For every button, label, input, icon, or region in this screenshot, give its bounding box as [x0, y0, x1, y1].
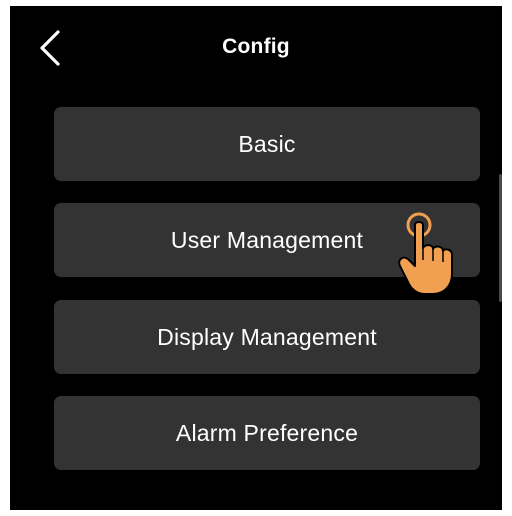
menu-item-label: User Management [170, 226, 364, 253]
menu-item-label: Alarm Preference [175, 419, 359, 446]
menu-item-alarm-preference[interactable]: Alarm Preference [54, 396, 480, 470]
scrollbar[interactable] [499, 174, 502, 302]
page-title: Config [222, 35, 290, 58]
menu-item-label: Basic [238, 130, 296, 157]
config-screen: Config Basic User Management Display Man… [10, 6, 502, 510]
menu-item-basic[interactable]: Basic [54, 107, 480, 181]
menu-item-label: Display Management [157, 323, 377, 350]
header-bar: Config [10, 6, 502, 94]
menu-item-display-management[interactable]: Display Management [54, 300, 480, 374]
menu-item-user-management[interactable]: User Management [54, 203, 480, 277]
